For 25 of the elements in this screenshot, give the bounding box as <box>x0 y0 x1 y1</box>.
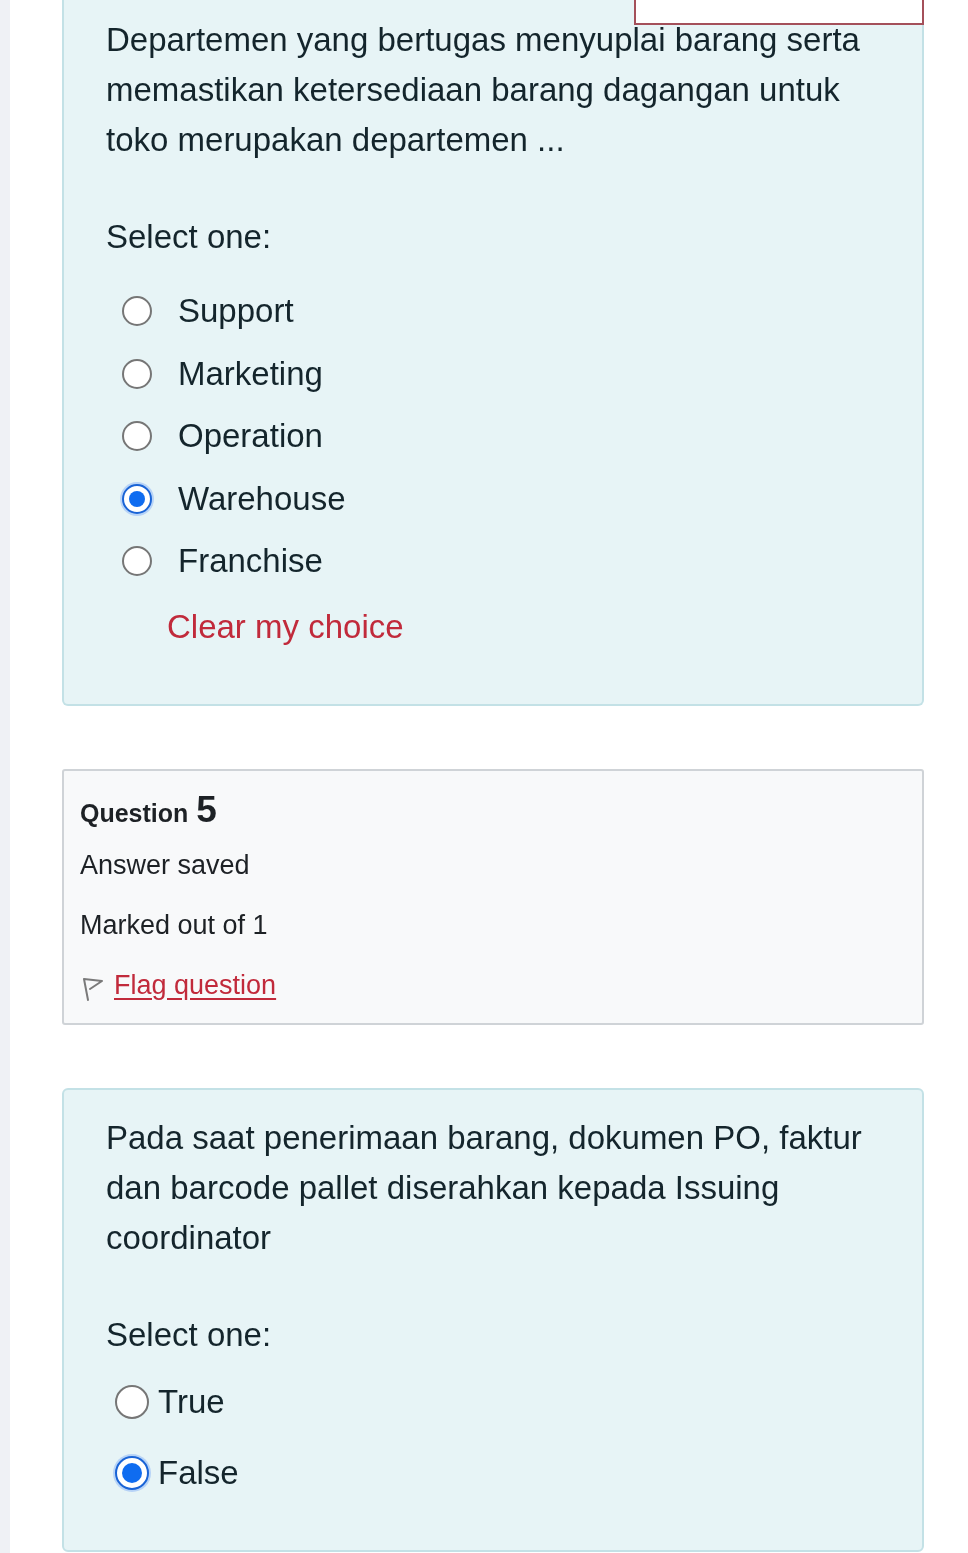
flag-question-link[interactable]: Flag question <box>114 967 277 1002</box>
answer-status: Answer saved <box>80 848 251 882</box>
radio-button[interactable] <box>115 1456 149 1490</box>
option-label[interactable]: Franchise <box>178 541 323 582</box>
radio-button[interactable] <box>122 296 152 327</box>
radio-button[interactable] <box>122 421 152 452</box>
marks-text: Marked out of 1 <box>80 908 269 942</box>
question-number: 5 <box>196 788 217 831</box>
radio-button[interactable] <box>122 483 152 514</box>
option-label[interactable]: Warehouse <box>178 478 346 519</box>
select-one-prompt: Select one: <box>106 217 273 257</box>
option-label[interactable]: False <box>158 1453 239 1493</box>
clear-choice-link[interactable]: Clear my choice <box>167 606 404 647</box>
option-label[interactable]: Support <box>178 291 294 332</box>
question-text: Departemen yang bertugas menyuplai barang serta memastikan ketersediaan barang dagangan untuk toko merupakan departemen ... <box>106 20 861 160</box>
option-label[interactable]: Marketing <box>178 353 323 394</box>
select-one-prompt: Select one: <box>106 1314 273 1355</box>
question-text: Pada saat penerimaan barang, dokumen PO, faktur dan barcode pallet diserahkan kepada Issuing coordinator <box>106 1117 863 1258</box>
radio-button[interactable] <box>122 358 152 389</box>
option-label[interactable]: Operation <box>178 416 323 457</box>
flag-icon[interactable] <box>82 976 104 1001</box>
question-label: Question <box>80 798 189 828</box>
radio-button[interactable] <box>122 546 152 577</box>
option-label[interactable]: True <box>158 1382 225 1422</box>
radio-button[interactable] <box>115 1385 149 1419</box>
